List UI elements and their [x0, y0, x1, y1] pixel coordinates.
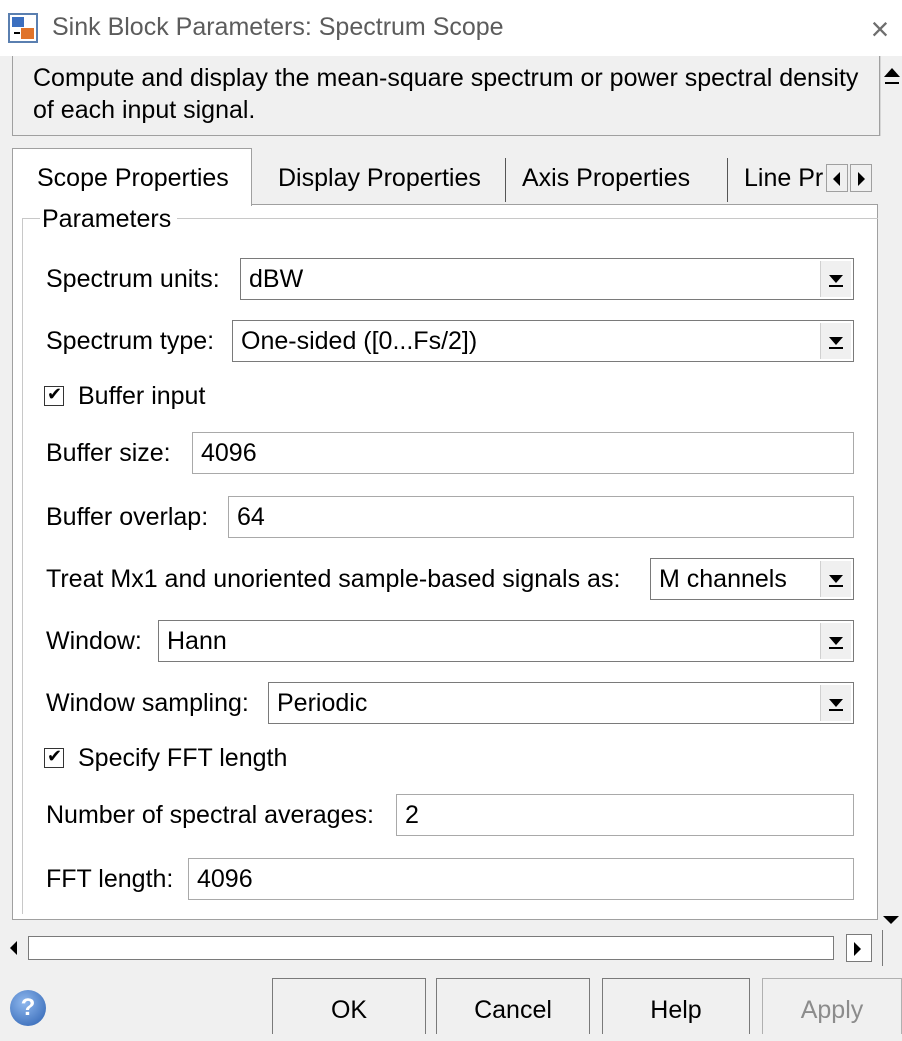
window-value: Hann	[167, 627, 227, 655]
spectral-averages-value: 2	[405, 801, 419, 829]
chevron-down-icon[interactable]	[820, 561, 851, 597]
buffer-overlap-field[interactable]: 64	[228, 496, 854, 538]
treat-signals-label: Treat Mx1 and unoriented sample-based si…	[46, 565, 621, 593]
buffer-overlap-value: 64	[237, 503, 265, 531]
window-select[interactable]: Hann	[158, 620, 854, 662]
tab-scroll-right-button[interactable]	[850, 164, 872, 192]
arrow-right-icon	[854, 942, 861, 956]
panel-horizontal-scrollbar[interactable]	[0, 930, 882, 966]
ok-button[interactable]: OK	[272, 978, 426, 1034]
help-icon[interactable]: ?	[10, 990, 46, 1026]
arrow-left-icon	[10, 941, 17, 955]
fft-length-value: 4096	[197, 865, 253, 893]
chevron-down-icon[interactable]	[820, 261, 851, 297]
description-text: Compute and display the mean-square spec…	[33, 64, 859, 124]
fft-length-field[interactable]: 4096	[188, 858, 854, 900]
spectrum-type-label: Spectrum type:	[46, 327, 215, 355]
scroll-up-icon[interactable]	[884, 68, 900, 77]
buffer-overlap-label: Buffer overlap:	[46, 503, 209, 531]
window-sampling-label: Window sampling:	[46, 689, 249, 717]
tab-bar: Scope Properties Display Properties Axis…	[12, 148, 902, 206]
window-title: Sink Block Parameters: Spectrum Scope	[52, 13, 504, 41]
treat-signals-select[interactable]: M channels	[650, 558, 854, 600]
panel-vertical-scrollbar[interactable]	[880, 204, 902, 924]
scroll-left-button[interactable]	[4, 934, 26, 962]
tab-scope-properties[interactable]: Scope Properties	[12, 148, 252, 206]
scrollbar-track[interactable]	[28, 936, 834, 960]
window-label: Window:	[46, 627, 142, 655]
window-sampling-value: Periodic	[277, 689, 368, 717]
close-icon[interactable]: ×	[858, 5, 902, 53]
buffer-input-label: Buffer input	[78, 382, 206, 410]
tab-display-properties[interactable]: Display Properties	[262, 158, 506, 202]
chevron-down-icon[interactable]	[820, 623, 851, 659]
parameters-group-title: Parameters	[40, 204, 178, 234]
description-scrollbar[interactable]	[880, 56, 902, 136]
spectrum-type-select[interactable]: One-sided ([0...Fs/2])	[232, 320, 854, 362]
spectrum-units-value: dBW	[249, 265, 304, 293]
chevron-down-icon[interactable]	[820, 323, 851, 359]
apply-button[interactable]: Apply	[762, 978, 902, 1034]
description-box: Compute and display the mean-square spec…	[12, 56, 880, 136]
window-sampling-select[interactable]: Periodic	[268, 682, 854, 724]
check-icon: ✔	[47, 746, 63, 767]
simulink-block-icon	[8, 13, 38, 43]
scroll-right-button[interactable]	[846, 934, 872, 962]
tab-scroll-left-button[interactable]	[826, 164, 848, 192]
check-icon: ✔	[47, 384, 63, 405]
cancel-button[interactable]: Cancel	[436, 978, 590, 1034]
scroll-down-icon[interactable]	[883, 916, 899, 924]
scrollbar-corner	[882, 930, 902, 966]
title-bar: Sink Block Parameters: Spectrum Scope ×	[0, 0, 902, 56]
buffer-size-label: Buffer size:	[46, 439, 171, 467]
tab-line-properties[interactable]: Line Pr	[728, 158, 824, 202]
arrow-right-icon	[858, 172, 865, 186]
help-button[interactable]: Help	[602, 978, 750, 1034]
specify-fft-length-label: Specify FFT length	[78, 744, 288, 772]
spectral-averages-field[interactable]: 2	[396, 794, 854, 836]
treat-signals-value: M channels	[659, 565, 787, 593]
buffer-size-field[interactable]: 4096	[192, 432, 854, 474]
buffer-size-value: 4096	[201, 439, 257, 467]
chevron-down-icon[interactable]	[820, 685, 851, 721]
fft-length-label: FFT length:	[46, 865, 174, 893]
tab-axis-properties[interactable]: Axis Properties	[506, 158, 728, 202]
spectrum-units-label: Spectrum units:	[46, 265, 220, 293]
spectrum-units-select[interactable]: dBW	[240, 258, 854, 300]
arrow-left-icon	[833, 172, 840, 186]
specify-fft-length-checkbox[interactable]: ✔	[44, 746, 64, 768]
spectral-averages-label: Number of spectral averages:	[46, 801, 374, 829]
spectrum-type-value: One-sided ([0...Fs/2])	[241, 327, 478, 355]
buffer-input-checkbox[interactable]: ✔	[44, 384, 64, 406]
